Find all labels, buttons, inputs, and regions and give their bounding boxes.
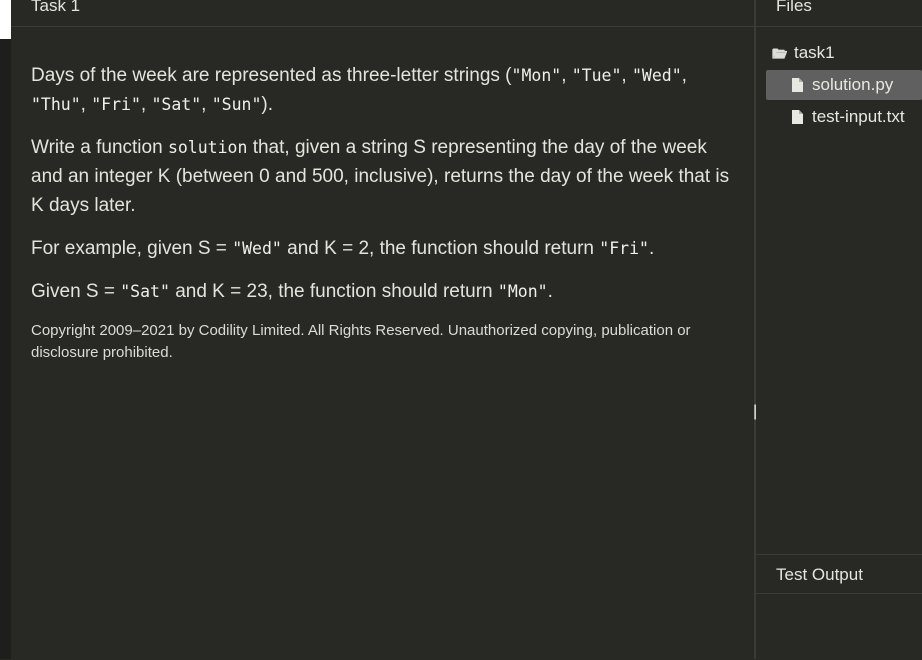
text-segment: and K = 23, the function should return (169, 281, 498, 302)
task-panel: Task 1 Days of the week are represented … (11, 0, 755, 659)
task-header: Task 1 (11, 0, 755, 27)
task-paragraph-4: Given S = "Sat" and K = 23, the function… (31, 277, 743, 306)
inline-code: solution (167, 138, 248, 157)
task-paragraph-3: For example, given S = "Wed" and K = 2, … (31, 234, 743, 263)
file-name: solution.py (812, 75, 894, 94)
inline-code: "Fri" (599, 239, 649, 258)
inline-code: "Thu" (31, 95, 81, 114)
left-edge-highlight (0, 0, 11, 39)
files-title: Files (776, 0, 812, 15)
text-segment: . (547, 281, 553, 302)
text-segment: Write a function (31, 137, 168, 158)
inline-code: "Sat" (120, 282, 170, 301)
text-segment: , (140, 94, 152, 115)
files-header: Files (756, 0, 922, 27)
file-test-input-txt[interactable]: test-input.txt (790, 102, 905, 132)
text-segment: , (561, 65, 572, 86)
task-title: Task 1 (31, 0, 81, 15)
text-segment: , (201, 94, 212, 115)
inline-code: "Sat" (151, 95, 202, 114)
file-icon (790, 109, 805, 125)
folder-task1[interactable]: task1 (772, 38, 835, 68)
file-icon (790, 77, 805, 93)
inline-code: "Tue" (571, 66, 622, 85)
text-segment: ). (261, 94, 273, 115)
test-output-panel: Test Output (756, 554, 922, 660)
inline-code: "Wed" (232, 239, 282, 258)
text-segment: Given S = (31, 281, 121, 302)
text-segment: , (80, 94, 92, 115)
left-edge-strip (0, 0, 11, 659)
files-panel: Files task1 solution.py test-input.txt T… (756, 0, 922, 659)
inline-code: "Sun" (211, 95, 262, 114)
text-segment: , (621, 65, 632, 86)
inline-code: "Fri" (91, 95, 141, 114)
task-paragraph-2: Write a function solution that, given a … (31, 133, 743, 220)
inline-code: "Mon" (497, 282, 548, 301)
text-segment: Days of the week are represented as thre… (31, 65, 512, 86)
copyright-notice: Copyright 2009–2021 by Codility Limited.… (31, 322, 691, 361)
text-segment: and K = 2, the function should return (281, 238, 600, 259)
test-output-header: Test Output (756, 555, 922, 594)
file-name: test-input.txt (812, 107, 905, 126)
text-segment: . (648, 238, 655, 259)
inline-code: "Mon" (511, 66, 562, 85)
inline-code: "Wed" (631, 66, 682, 85)
folder-open-icon (772, 45, 788, 61)
folder-name: task1 (794, 43, 835, 62)
test-output-title: Test Output (776, 565, 863, 584)
file-solution-py[interactable]: solution.py (766, 70, 922, 100)
text-segment: , (681, 65, 687, 86)
text-segment: For example, given S = (31, 238, 233, 259)
task-description: Days of the week are represented as thre… (31, 61, 743, 379)
task-paragraph-1: Days of the week are represented as thre… (31, 61, 743, 119)
